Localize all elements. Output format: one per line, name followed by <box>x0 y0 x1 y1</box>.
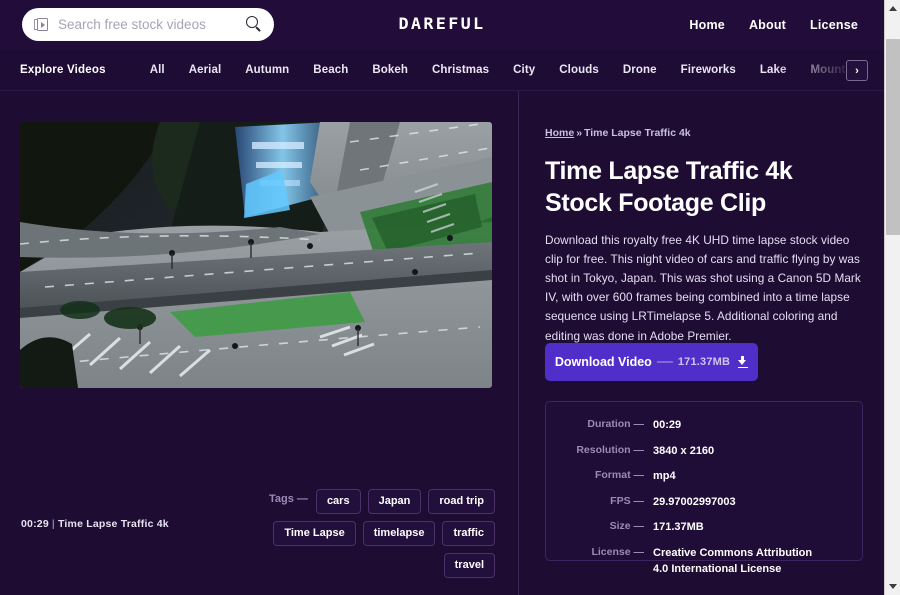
scroll-down-button[interactable] <box>885 578 900 595</box>
download-label: Download Video <box>554 355 652 369</box>
tag-pill[interactable]: cars <box>315 489 361 514</box>
metadata-row: Format — mp4 <box>546 469 862 485</box>
category-item-autumn[interactable]: Autumn <box>233 64 301 76</box>
metadata-row: Duration — 00:29 <box>546 418 862 434</box>
metadata-key: License — <box>591 546 644 559</box>
breadcrumb: Home» Time Lapse Traffic 4k <box>545 127 691 139</box>
breadcrumb-current: Time Lapse Traffic 4k <box>584 127 691 139</box>
category-item-beach[interactable]: Beach <box>301 64 360 76</box>
detail-column: Home» Time Lapse Traffic 4k Time Lapse Tr… <box>519 91 884 595</box>
download-video-button[interactable]: Download Video — 171.37MB <box>545 343 758 381</box>
nav-item-home[interactable]: Home <box>689 18 725 32</box>
primary-nav: Home About License <box>689 0 858 50</box>
browser-page: DAREFUL Home About License Explore Video… <box>0 0 900 595</box>
metadata-key: Size — <box>609 520 644 533</box>
tags-label: Tags — <box>269 493 308 505</box>
vertical-scrollbar[interactable] <box>884 0 900 595</box>
metadata-row: Resolution — 3840 x 2160 <box>546 444 862 460</box>
metadata-value: 3840 x 2160 <box>653 444 715 457</box>
category-next-button[interactable]: › <box>846 60 868 81</box>
metadata-panel: Duration — 00:29 Resolution — 3840 x 2160 Fo… <box>545 401 863 575</box>
caption-title: Time Lapse Traffic 4k <box>58 518 169 530</box>
category-item-christmas[interactable]: Christmas <box>420 64 501 76</box>
metadata-value: 171.37MB <box>653 521 704 534</box>
metadata-key: Resolution — <box>576 443 644 456</box>
category-item-lake[interactable]: Lake <box>748 64 799 76</box>
category-item-aerial[interactable]: Aerial <box>177 64 234 76</box>
page-content: 00:29 | Time Lapse Traffic 4k Tags — cars J… <box>0 91 884 595</box>
metadata-row: Size — 171.37MB <box>546 520 862 536</box>
nav-item-about[interactable]: About <box>749 18 786 32</box>
metadata-value: 00:29 <box>653 419 682 431</box>
media-column: 00:29 | Time Lapse Traffic 4k Tags — cars J… <box>0 91 518 595</box>
tag-pill[interactable]: timelapse <box>362 521 436 546</box>
triangle-up-icon <box>889 6 897 11</box>
metadata-key: Duration — <box>587 418 644 430</box>
metadata-row: FPS — 29.97002997003 <box>546 495 862 511</box>
tag-pill[interactable]: Time Lapse <box>273 521 356 546</box>
breadcrumb-arrow: » <box>576 127 583 139</box>
video-thumbnail[interactable] <box>20 122 492 388</box>
category-item-all[interactable]: All <box>138 64 177 76</box>
category-item-city[interactable]: City <box>501 64 547 76</box>
metadata-value: mp4 <box>653 470 676 483</box>
explore-videos-label: Explore Videos <box>20 64 106 76</box>
thumbnail-artwork <box>20 122 492 388</box>
tag-pill[interactable]: travel <box>443 553 495 578</box>
video-caption: 00:29 | Time Lapse Traffic 4k <box>21 518 169 530</box>
scroll-up-button[interactable] <box>885 0 900 17</box>
scrollbar-thumb[interactable] <box>886 39 900 235</box>
metadata-key: FPS — <box>610 494 644 507</box>
metadata-row: License — Creative Commons Attribution 4.… <box>546 546 862 577</box>
category-list: All Aerial Autumn Beach Bokeh Christmas City Cl… <box>138 64 884 76</box>
metadata-value: 29.97002997003 <box>653 495 736 508</box>
category-nav: Explore Videos All Aerial Autumn Beach Bokeh… <box>0 50 884 91</box>
category-item-mountains[interactable]: Mountains <box>798 64 880 76</box>
tag-pill[interactable]: road trip <box>428 489 495 514</box>
category-item-clouds[interactable]: Clouds <box>547 64 611 76</box>
caption-duration: 00:29 <box>21 518 49 530</box>
download-size: 171.37MB <box>677 356 731 368</box>
category-item-fireworks[interactable]: Fireworks <box>669 64 748 76</box>
breadcrumb-home[interactable]: Home <box>545 127 574 139</box>
caption-separator: | <box>51 518 55 530</box>
page-title: Time Lapse Traffic 4k Stock Footage Clip <box>545 157 793 217</box>
tag-pill[interactable]: traffic <box>442 521 495 546</box>
metadata-key: Format — <box>594 469 644 482</box>
video-description: Download this royalty free 4K UHD time l… <box>545 233 861 343</box>
download-dash: — <box>656 353 673 370</box>
triangle-down-icon <box>889 584 897 589</box>
download-icon <box>737 355 748 369</box>
tag-list: Tags — cars Japan road trip Time Lapse timel… <box>240 489 495 578</box>
category-item-drone[interactable]: Drone <box>611 64 669 76</box>
site-header: DAREFUL Home About License <box>0 0 884 50</box>
nav-item-license[interactable]: License <box>810 18 858 32</box>
metadata-value: Creative Commons Attribution 4.0 Interna… <box>653 547 813 575</box>
category-item-bokeh[interactable]: Bokeh <box>360 64 420 76</box>
tag-pill[interactable]: Japan <box>367 489 422 514</box>
